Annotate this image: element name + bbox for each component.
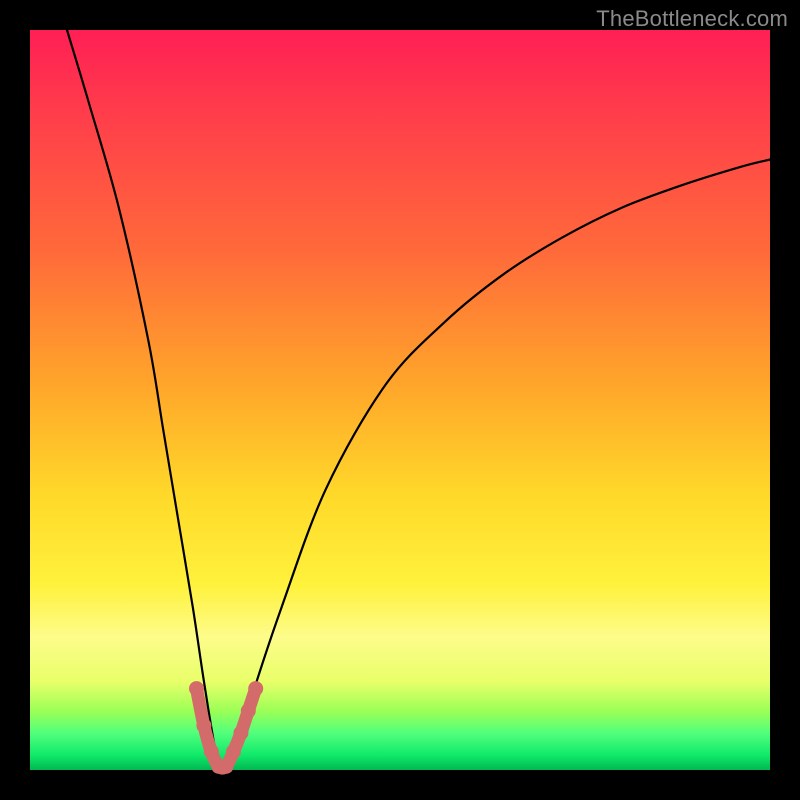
highlight-dot [219, 759, 234, 774]
highlight-dot [248, 681, 263, 696]
watermark-label: TheBottleneck.com [596, 6, 788, 32]
bottleneck-curve [67, 30, 770, 770]
highlight-dot [204, 744, 219, 759]
plot-area [30, 30, 770, 770]
highlight-dot [226, 744, 241, 759]
highlight-dots [189, 681, 263, 774]
highlight-dot [196, 718, 211, 733]
highlight-dot [233, 726, 248, 741]
chart-canvas: TheBottleneck.com [0, 0, 800, 800]
highlight-dot [241, 703, 256, 718]
highlight-dot [189, 681, 204, 696]
curve-layer [30, 30, 770, 770]
